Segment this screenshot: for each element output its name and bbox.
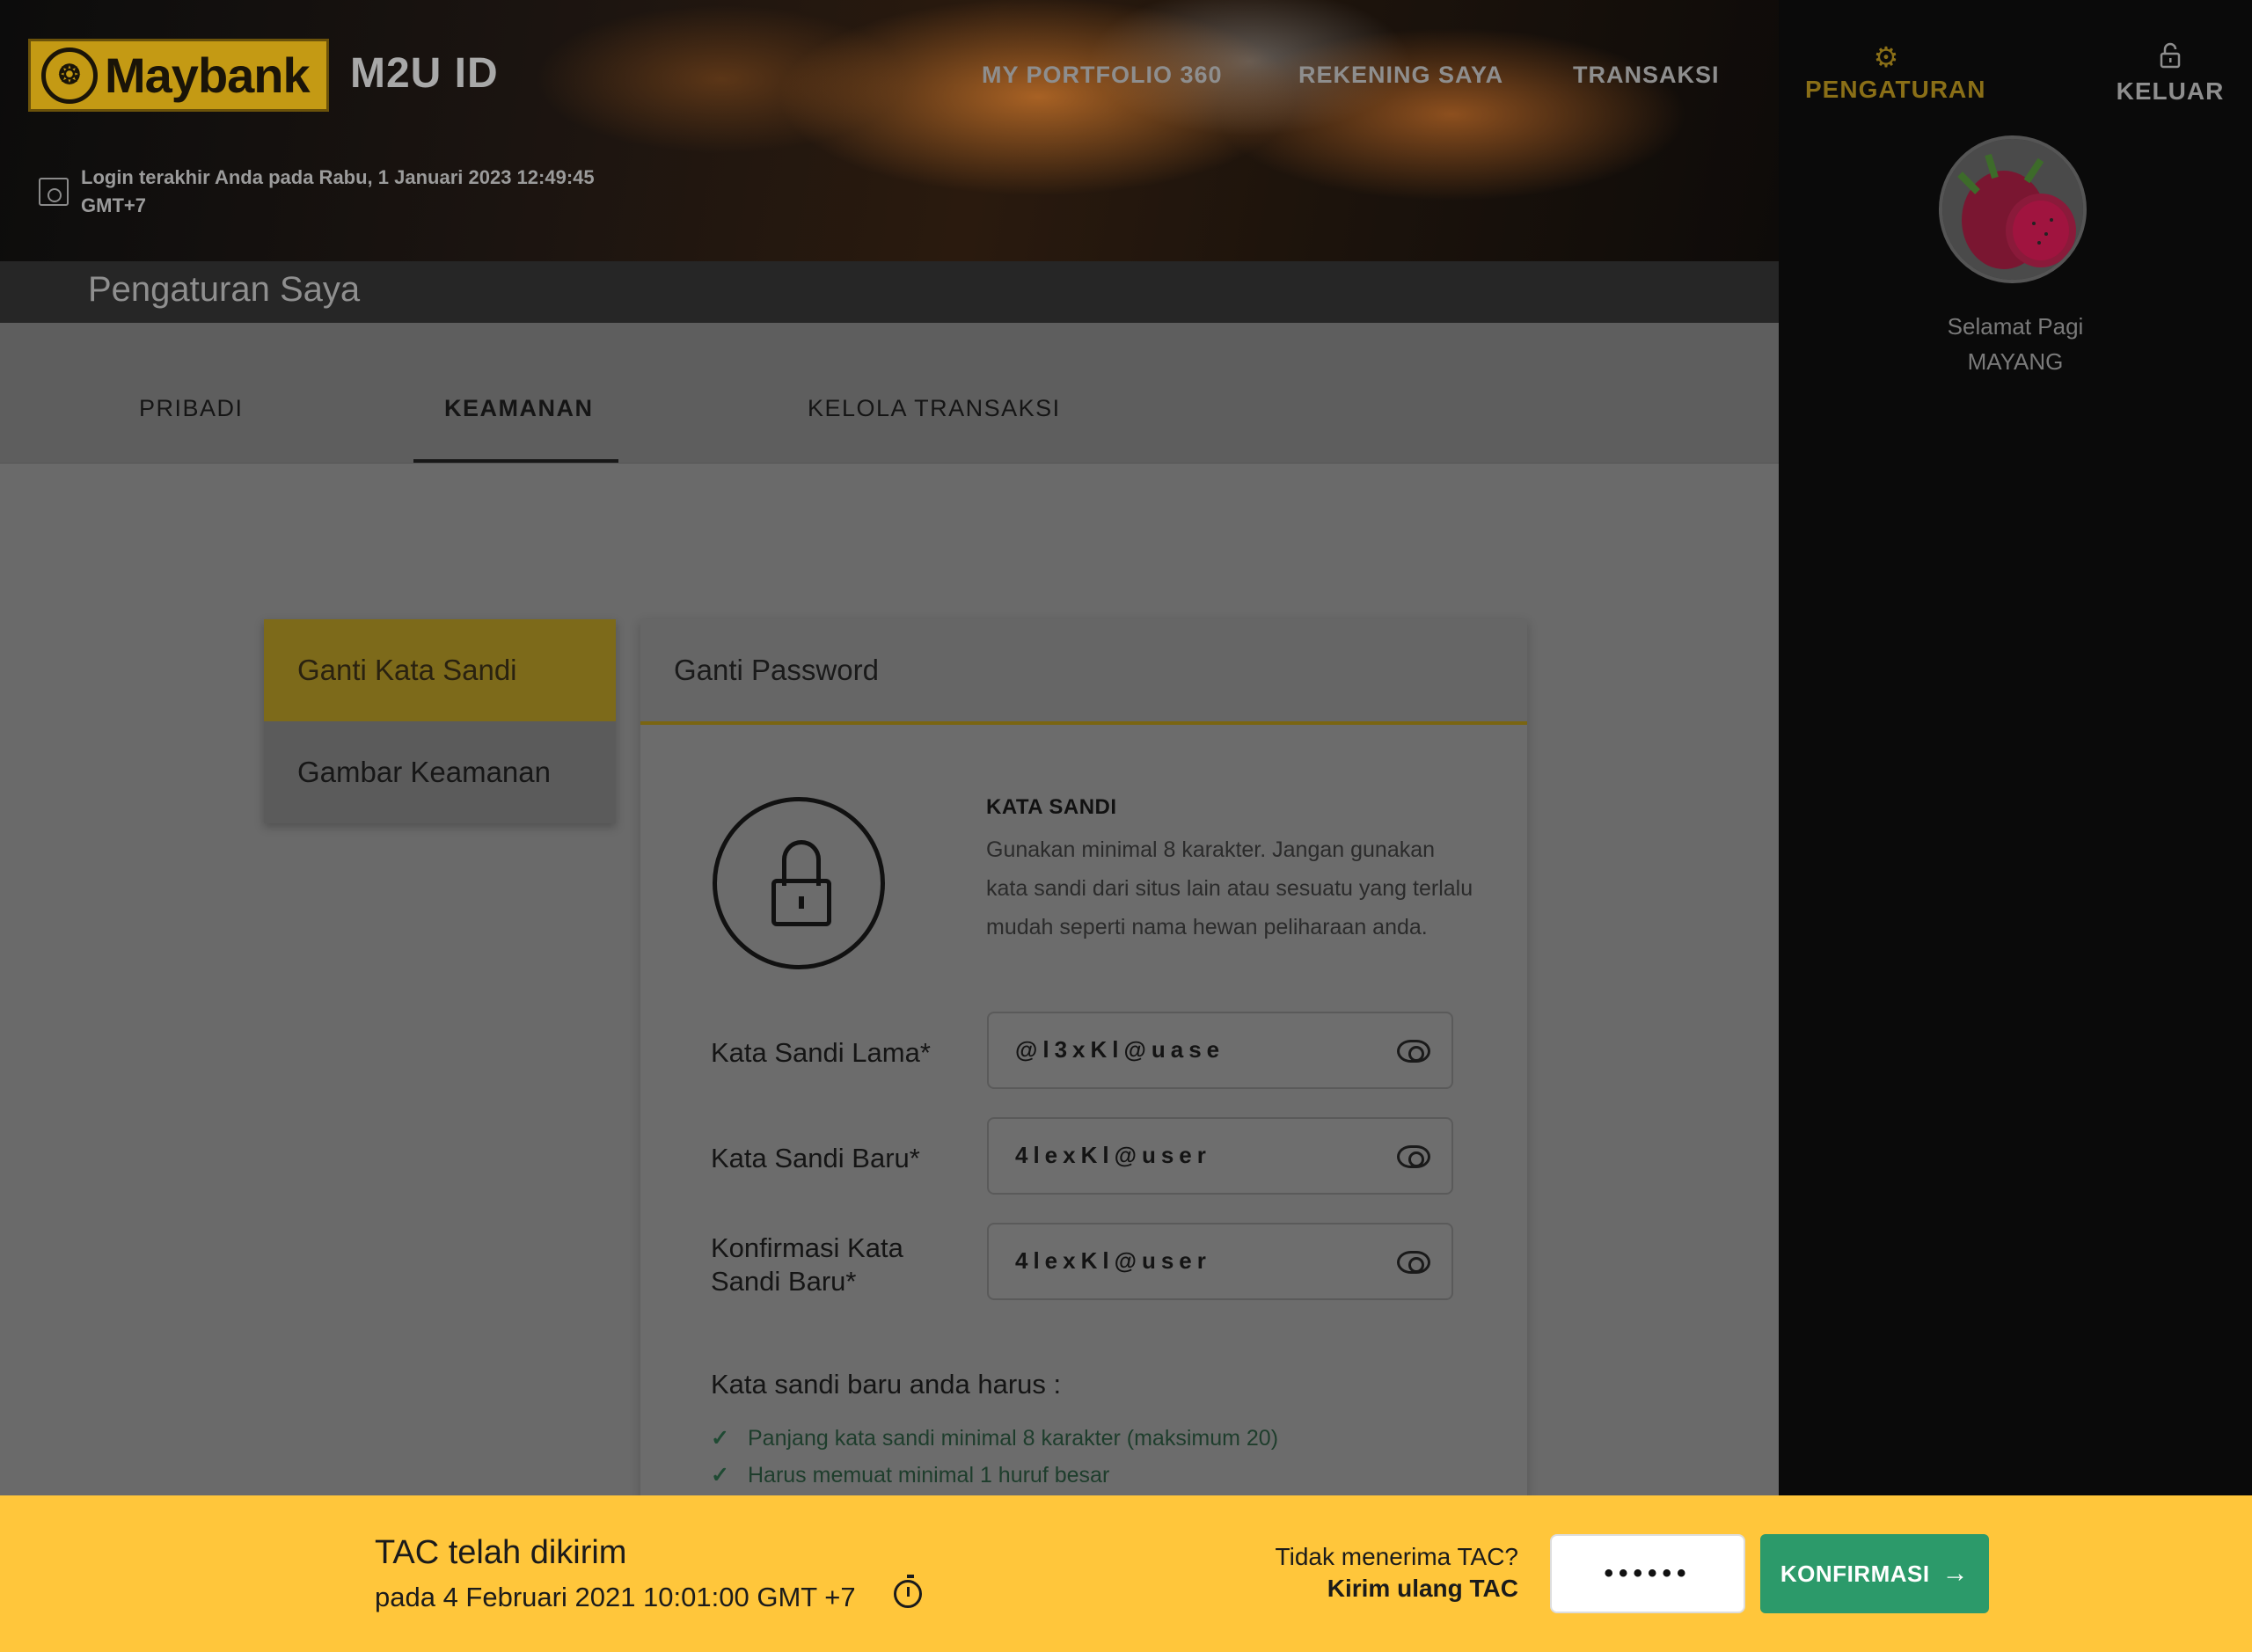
tab-kelola-transaksi[interactable]: KELOLA TRANSAKSI <box>808 395 1061 422</box>
active-tab-indicator <box>413 459 618 463</box>
resend-question: Tidak menerima TAC? <box>1275 1543 1518 1570</box>
confirm-password-label: Konfirmasi Kata Sandi Baru* <box>711 1232 903 1297</box>
menu-item-change-password[interactable]: Ganti Kata Sandi <box>264 619 616 721</box>
tab-pribadi[interactable]: PRIBADI <box>139 395 244 422</box>
confirm-label: KONFIRMASI <box>1780 1560 1930 1587</box>
tac-sent-time: pada 4 Februari 2021 10:01:00 GMT +7 <box>375 1582 856 1612</box>
tiger-emblem-icon: ❂ <box>41 47 98 104</box>
password-rule-item: ✓ Harus memuat minimal 1 huruf besar <box>711 1463 1110 1488</box>
tac-bar: TAC telah dikirim pada 4 Februari 2021 1… <box>0 1495 2252 1652</box>
confirm-password-value: 4lexKl@user <box>1015 1247 1211 1274</box>
confirm-password-field[interactable]: 4lexKl@user <box>987 1223 1453 1300</box>
user-name: MAYANG <box>1967 348 2064 375</box>
section-title: KATA SANDI <box>986 795 1117 819</box>
tac-title: TAC telah dikirim <box>375 1534 627 1571</box>
unlock-icon <box>2113 42 2227 74</box>
settings-label: PENGATURAN <box>1805 76 1986 103</box>
last-login-text: Login terakhir Anda pada Rabu, 1 Januari… <box>81 166 595 188</box>
settings-button[interactable]: ⚙ PENGATURAN <box>1805 41 1986 104</box>
show-password-eye-icon[interactable] <box>1397 1145 1430 1168</box>
confirm-button[interactable]: KONFIRMASI → <box>1760 1534 1989 1613</box>
nav-my-portfolio[interactable]: MY PORTFOLIO 360 <box>982 62 1223 89</box>
new-password-field[interactable]: 4lexKl@user <box>987 1117 1453 1195</box>
tab-keamanan[interactable]: KEAMANAN <box>444 395 594 422</box>
resend-tac-link[interactable]: Kirim ulang TAC <box>1144 1575 1518 1603</box>
gear-icon: ⚙ <box>1873 41 1899 73</box>
security-menu: Ganti Kata Sandi Gambar Keamanan <box>264 619 616 823</box>
menu-item-security-image[interactable]: Gambar Keamanan <box>264 721 616 823</box>
page-title: Pengaturan Saya <box>88 270 361 309</box>
password-rules-title: Kata sandi baru anda harus : <box>711 1369 1062 1400</box>
show-password-eye-icon[interactable] <box>1397 1040 1430 1063</box>
nav-transaksi[interactable]: TRANSAKSI <box>1573 62 1720 89</box>
tac-input[interactable]: •••••• <box>1550 1534 1745 1613</box>
avatar[interactable] <box>1939 135 2087 283</box>
show-password-eye-icon[interactable] <box>1397 1251 1430 1274</box>
old-password-label: Kata Sandi Lama* <box>711 1037 931 1068</box>
tab-bar: PRIBADI KEAMANAN KELOLA TRANSAKSI <box>0 323 1779 464</box>
page-title-bar: Pengaturan Saya <box>0 261 1779 323</box>
password-rule-item: ✓ Panjang kata sandi minimal 8 karakter (… <box>711 1426 1279 1451</box>
old-password-value: @l3xKl@uase <box>1015 1036 1225 1063</box>
new-password-value: 4lexKl@user <box>1015 1142 1211 1168</box>
greeting-text: Selamat Pagi <box>1947 313 2084 340</box>
lock-icon <box>713 797 885 969</box>
last-login-info: Login terakhir Anda pada Rabu, 1 Januari… <box>39 164 644 220</box>
timer-icon <box>894 1575 922 1608</box>
maybank-logo[interactable]: ❂ Maybank <box>28 39 329 112</box>
change-password-card: Ganti Password KATA SANDI Gunakan minima… <box>640 619 1527 1499</box>
check-icon: ✓ <box>711 1426 729 1451</box>
check-icon: ✓ <box>711 1463 729 1488</box>
logout-button[interactable]: KELUAR <box>2113 42 2227 106</box>
calendar-clock-icon <box>39 178 69 206</box>
card-title: Ganti Password <box>640 619 1527 725</box>
old-password-field[interactable]: @l3xKl@uase <box>987 1012 1453 1089</box>
new-password-label: Kata Sandi Baru* <box>711 1143 920 1173</box>
logout-label: KELUAR <box>2116 77 2225 105</box>
arrow-right-icon: → <box>1941 1559 1970 1588</box>
logo-text: Maybank <box>105 48 311 103</box>
nav-rekening-saya[interactable]: REKENING SAYA <box>1298 62 1503 89</box>
brand-suffix: M2U ID <box>350 50 499 97</box>
section-description: Gunakan minimal 8 karakter. Jangan gunak… <box>986 837 1473 939</box>
last-login-timezone: GMT+7 <box>81 194 146 216</box>
top-header: ❂ Maybank M2U ID MY PORTFOLIO 360 REKENI… <box>0 0 1779 261</box>
